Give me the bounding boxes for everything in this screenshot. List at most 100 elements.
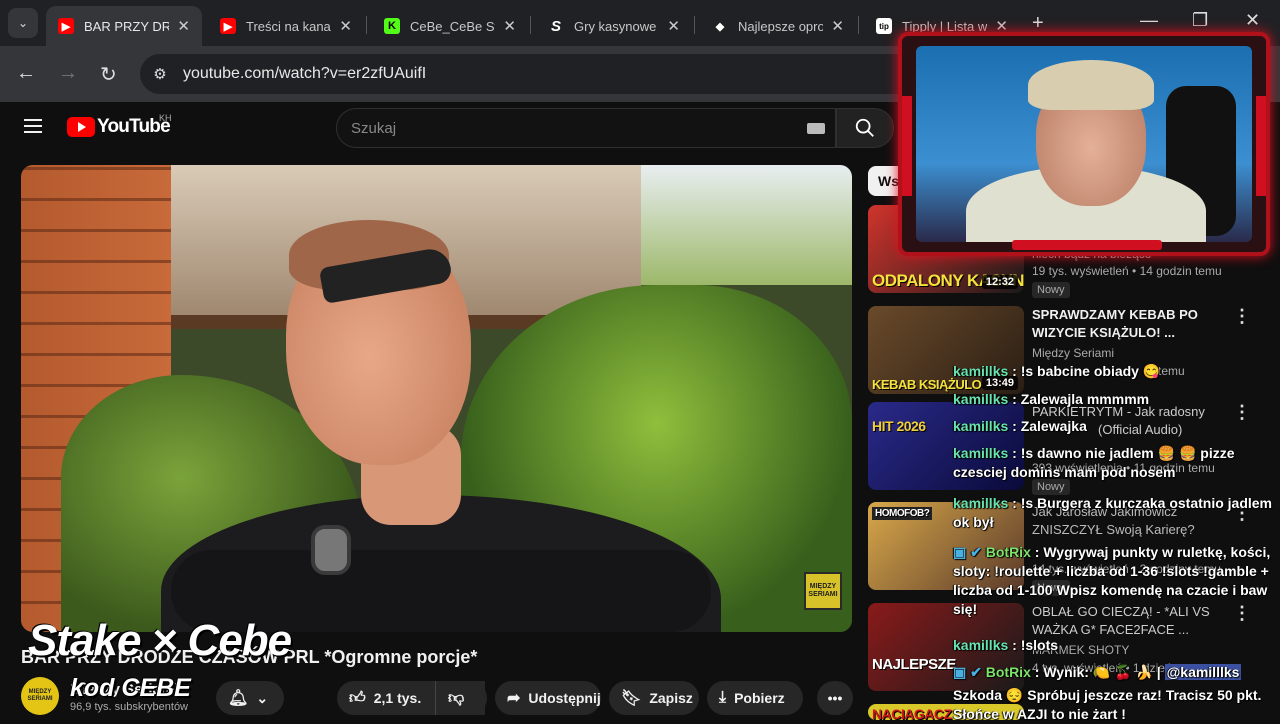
youtube-header: YouTube KH xyxy=(0,102,900,154)
chat-message: kamillks : !s dawno nie jadlem 🍔 🍔 pizze… xyxy=(953,444,1279,482)
more-actions-button[interactable]: ••• xyxy=(817,681,853,715)
window-close-icon[interactable]: ✕ xyxy=(1245,10,1260,31)
streamer-cap xyxy=(1028,60,1154,110)
tab-bar-przy-drodze[interactable]: ▶ BAR PRZY DROG ✕ xyxy=(46,6,202,46)
cam-frame-right xyxy=(1256,96,1266,196)
forward-button[interactable]: → xyxy=(58,62,78,85)
download-label: Pobierz xyxy=(734,690,785,706)
sky xyxy=(621,165,852,285)
tab-kick-stream[interactable]: K CeBe_CeBe Stre ✕ xyxy=(372,6,528,46)
chat-username: kamillks xyxy=(953,391,1009,407)
chat-message: kamillks : Zalewajka xyxy=(953,417,1279,436)
chat-username: BotRix xyxy=(985,664,1031,680)
youtube-icon: ▶ xyxy=(220,18,236,34)
chat-username: BotRix xyxy=(985,544,1031,560)
tab-title: CeBe_CeBe Stre xyxy=(410,18,495,34)
chat-text: : !s babcine obiady 😋 xyxy=(1008,363,1161,379)
bell-icon: 🔔︎ xyxy=(228,690,249,707)
dislike-button[interactable]: 👎︎ xyxy=(435,681,487,715)
webcam-overlay xyxy=(898,32,1270,256)
chat-text: : !slots xyxy=(1008,637,1059,653)
chat-username: kamillks xyxy=(953,637,1009,653)
close-icon[interactable]: ✕ xyxy=(503,17,516,35)
stake-icon: S xyxy=(550,17,561,35)
minimize-icon[interactable]: — xyxy=(1140,10,1158,31)
tab-tresci-na-kanale[interactable]: ▶ Treści na kanal ✕ xyxy=(208,6,364,46)
keyboard-icon[interactable] xyxy=(807,122,825,134)
channel-watermark: MIĘDZY SERIAMI xyxy=(804,572,842,610)
country-code: KH xyxy=(159,113,172,123)
site-settings-icon[interactable]: ⚙ xyxy=(145,59,175,89)
more-vert-icon[interactable]: ⋮ xyxy=(1233,306,1251,327)
share-icon: ➦ xyxy=(507,690,521,707)
tab-search-button[interactable]: ⌄ xyxy=(8,8,38,38)
webcam-feed xyxy=(916,46,1252,242)
menu-icon[interactable] xyxy=(24,119,42,133)
download-icon: ⤓ xyxy=(719,689,727,706)
youtube-logo[interactable]: YouTube KH xyxy=(67,113,172,138)
close-icon[interactable]: ✕ xyxy=(831,17,844,35)
search-button[interactable] xyxy=(836,108,894,148)
tab-gry-kasynowe[interactable]: S Gry kasynowe ✕ xyxy=(536,6,692,46)
more-icon: ••• xyxy=(827,690,843,706)
tab-najlepsze-oprogramowanie[interactable]: ◆ Najlepsze opro ✕ xyxy=(700,6,856,46)
tab-separator xyxy=(366,16,367,34)
video-player[interactable]: MIĘDZY SERIAMI xyxy=(21,165,852,632)
cam-frame-left xyxy=(902,96,912,196)
chat-message: kamillks : !slots xyxy=(953,636,1279,655)
sidebar-video-meta: 19 tys. wyświetleń • 14 godzin temu xyxy=(1032,264,1222,278)
chat-message: kamillks : !s babcine obiady 😋 xyxy=(953,362,1279,381)
tab-title: Gry kasynowe xyxy=(574,18,657,34)
thumbnail-text: NACIĄGACZ xyxy=(872,706,952,720)
chat-message: kamillks : Zalewajla mmmmm xyxy=(953,390,1279,409)
tab-separator xyxy=(858,16,859,34)
restore-icon[interactable]: ❐ xyxy=(1192,10,1208,31)
youtube-play-icon xyxy=(67,117,95,137)
diamond-icon: ◆ xyxy=(715,20,725,33)
channel-avatar[interactable]: MIĘDZY SERIAMI xyxy=(21,677,59,715)
tipply-icon: tip xyxy=(876,18,892,34)
notifications-button[interactable]: 🔔︎ ⌄ xyxy=(216,681,284,715)
share-button[interactable]: ➦ Udostępnij xyxy=(495,681,601,715)
chat-username: kamillks xyxy=(953,418,1009,434)
reload-button[interactable]: ↻ xyxy=(100,62,117,87)
chat-message: ▣ ✔ BotRix : Wygrywaj punkty w ruletkę, … xyxy=(953,543,1279,619)
chat-username: kamillks xyxy=(953,495,1009,511)
close-icon[interactable]: ✕ xyxy=(177,17,190,35)
youtube-icon: ▶ xyxy=(58,18,74,34)
new-badge: Nowy xyxy=(1032,282,1070,298)
cam-frame-bar xyxy=(1012,240,1162,250)
video-duration: 12:32 xyxy=(981,275,1018,289)
download-button[interactable]: ⤓ Pobierz xyxy=(707,681,803,715)
sidebar-video-title[interactable]: SPRAWDZAMY KEBAB PO WIZYCIE KSIĄŻULO! ..… xyxy=(1032,306,1232,342)
search-box xyxy=(336,108,836,148)
chat-text: Szkoda 😔 Spróbuj jeszcze raz! Tracisz 50… xyxy=(953,687,1262,722)
thumbs-down-icon: 👎︎ xyxy=(448,689,465,707)
back-button[interactable]: ← xyxy=(16,62,36,85)
chat-text: : Zalewajla mmmmm xyxy=(1008,391,1150,407)
chat-text: : Zalewajka xyxy=(1008,418,1087,434)
url-text[interactable]: youtube.com/watch?v=er2zfUAuifI xyxy=(183,65,426,83)
thumbnail-text: HOMOFOB? xyxy=(872,507,933,520)
stream-brand-overlay: Stake × Cebe xyxy=(28,616,292,665)
chat-username: kamillks xyxy=(953,363,1009,379)
kick-icon: K xyxy=(384,18,400,34)
save-label: Zapisz xyxy=(649,690,693,706)
close-icon[interactable]: ✕ xyxy=(667,17,680,35)
tab-title: Najlepsze opro xyxy=(738,18,824,34)
share-label: Udostępnij xyxy=(528,690,601,706)
chat-text: : Wynik: 🍋 🍒 🍌 | xyxy=(1030,664,1165,680)
thumbnail-text: NAJLEPSZE xyxy=(872,656,956,673)
close-icon[interactable]: ✕ xyxy=(339,17,352,35)
tab-title: BAR PRZY DROG xyxy=(84,18,170,34)
chat-message: Szkoda 😔 Spróbuj jeszcze raz! Tracisz 50… xyxy=(953,686,1279,724)
tab-separator xyxy=(694,16,695,34)
bookmark-icon: 🔖︎ xyxy=(621,690,642,707)
chat-message: kamillks : !s Burgera z kurczaka ostatni… xyxy=(953,494,1279,532)
tab-title: Treści na kanal xyxy=(246,18,332,34)
search-input[interactable] xyxy=(351,119,807,137)
tab-separator xyxy=(530,16,531,34)
sidebar-channel: Między Seriami xyxy=(1032,346,1115,360)
save-button[interactable]: 🔖︎ Zapisz xyxy=(609,681,699,715)
chevron-down-icon: ⌄ xyxy=(256,689,269,706)
